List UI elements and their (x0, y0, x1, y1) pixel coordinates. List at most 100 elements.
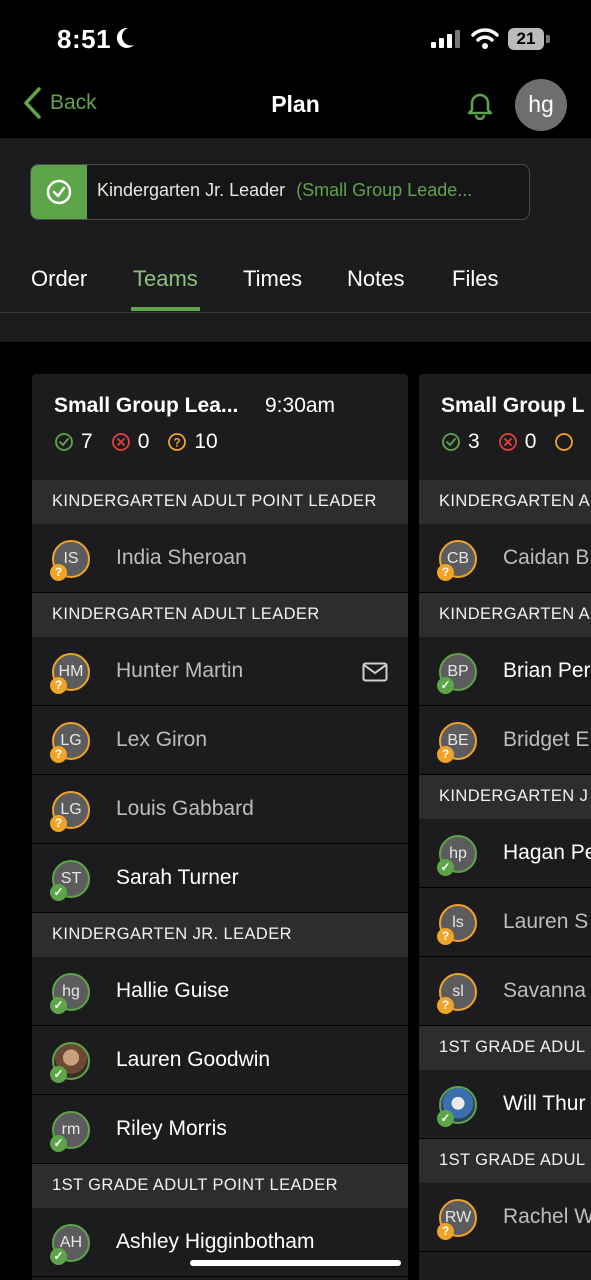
check-badge (31, 165, 87, 219)
pending-badge-icon: ? (50, 677, 67, 694)
person-name: Lex Giron (116, 728, 208, 751)
pending-badge-icon: ? (437, 928, 454, 945)
section-title: 1ST GRADE ADUL (439, 1151, 586, 1169)
check-badge-icon: ✓ (50, 884, 67, 901)
person-name: Caidan B (503, 546, 590, 569)
person-row[interactable]: CB ? Caidan B (419, 524, 591, 593)
header-panel: Kindergarten Jr. Leader (Small Group Lea… (0, 138, 591, 342)
section-title: KINDERGARTEN ADULT LEADER (52, 605, 320, 623)
check-badge-icon: ✓ (437, 1110, 454, 1127)
battery-tip (546, 35, 550, 43)
tab-files[interactable]: Files (452, 266, 498, 307)
position-label: Kindergarten Jr. Leader (Small Group Lea… (97, 180, 521, 201)
check-badge-icon: ✓ (437, 677, 454, 694)
check-badge-icon: ✓ (50, 1135, 67, 1152)
section-title: 1ST GRADE ADUL (439, 1038, 586, 1056)
tab-notes[interactable]: Notes (347, 266, 404, 307)
svg-text:?: ? (174, 436, 181, 450)
person-row[interactable]: rm ✓ Riley Morris (32, 1095, 408, 1164)
check-circle-icon (442, 433, 460, 451)
person-name: Rachel W (503, 1205, 591, 1228)
person-name: Louis Gabbard (116, 797, 254, 820)
person-row[interactable]: RW ? Rachel W (419, 1183, 591, 1252)
status-bar: 8:51 21 (0, 0, 591, 78)
person-row[interactable]: BE ? Bridget E (419, 706, 591, 775)
section-header: 1ST GRADE ADULT POINT LEADER (32, 1164, 408, 1208)
column-time: 9:30am (265, 394, 336, 417)
person-name: Lauren S (503, 910, 589, 933)
person-name: Hallie Guise (116, 979, 230, 1002)
person-row[interactable]: BP ✓ Brian Per (419, 637, 591, 706)
mail-icon[interactable] (362, 662, 388, 682)
pending-badge-icon: ? (50, 746, 67, 763)
status-counts: 3 0 (441, 430, 591, 454)
question-circle-icon: ? (168, 433, 187, 451)
signal-icon (431, 30, 460, 48)
check-circle-icon (55, 433, 73, 451)
column-header[interactable]: Small Group Lea... 9:30am 7 0 ? 10 (32, 374, 408, 480)
user-avatar[interactable]: hg (515, 79, 567, 131)
person-name: Ashley Higginbotham (116, 1230, 315, 1253)
wifi-icon (471, 28, 499, 49)
section-header: KINDERGARTEN J (419, 775, 591, 819)
pending-value: 10 (194, 430, 218, 453)
person-row[interactable]: ls ? Lauren S (419, 888, 591, 957)
column-header[interactable]: Small Group L 3 0 (419, 374, 591, 480)
person-name: Lauren Goodwin (116, 1048, 271, 1071)
pending-badge-icon: ? (437, 997, 454, 1014)
check-badge-icon: ✓ (50, 1248, 67, 1265)
section-header: 1ST GRADE ADUL (419, 1139, 591, 1183)
x-circle-icon (111, 433, 130, 451)
person-row[interactable]: ✓ Will Thur (419, 1070, 591, 1139)
confirmed-count: 3 (441, 430, 480, 454)
bell-icon[interactable] (466, 90, 494, 120)
declined-value: 0 (137, 430, 150, 453)
person-row[interactable]: ✓ Lauren Goodwin (32, 1026, 408, 1095)
declined-count: 0 (111, 430, 150, 454)
tab-order[interactable]: Order (31, 266, 87, 307)
team-column: Small Group Lea... 9:30am 7 0 ? 10 KINDE… (32, 374, 408, 1280)
section-title: KINDERGARTEN A (439, 492, 591, 510)
section-header: KINDERGARTEN JR. LEADER (32, 913, 408, 957)
check-badge-icon: ✓ (437, 859, 454, 876)
pending-badge-icon: ? (437, 746, 454, 763)
home-indicator (190, 1260, 401, 1266)
section-title: KINDERGARTEN A (439, 605, 591, 623)
section-header: KINDERGARTEN A (419, 593, 591, 637)
section-header: KINDERGARTEN A (419, 480, 591, 524)
person-name: Savanna (503, 979, 586, 1002)
moon-icon (116, 27, 134, 48)
person-row[interactable]: LG ? Louis Gabbard (32, 775, 408, 844)
section-header: KINDERGARTEN ADULT POINT LEADER (32, 480, 408, 524)
pending-count (554, 432, 581, 452)
pending-count: ? 10 (167, 430, 218, 454)
person-row[interactable]: LG ? Lex Giron (32, 706, 408, 775)
section-header: 1ST GRADE ADUL (419, 1026, 591, 1070)
column-title: Small Group L (441, 394, 585, 417)
battery-icon: 21 (508, 28, 544, 50)
position-selector[interactable]: Kindergarten Jr. Leader (Small Group Lea… (30, 164, 530, 220)
confirmed-value: 7 (81, 430, 93, 453)
tab-bar: Order Teams Times Notes Files (0, 258, 591, 313)
declined-count: 0 (498, 430, 537, 454)
person-name: Sarah Turner (116, 866, 239, 889)
tab-times[interactable]: Times (243, 266, 302, 307)
person-row[interactable]: HM ? Hunter Martin (32, 637, 408, 706)
person-row[interactable]: AH ✓ Ashley Higginbotham (32, 1208, 408, 1277)
person-name: Riley Morris (116, 1117, 227, 1140)
position-name: Kindergarten Jr. Leader (97, 180, 286, 200)
tab-teams[interactable]: Teams (131, 266, 200, 311)
person-row[interactable]: hg ✓ Hallie Guise (32, 957, 408, 1026)
nav-bar: Back Plan hg (0, 78, 591, 138)
declined-value: 0 (524, 430, 537, 453)
person-row[interactable]: sl ? Savanna (419, 957, 591, 1026)
teams-board[interactable]: Small Group Lea... 9:30am 7 0 ? 10 KINDE… (0, 342, 591, 1280)
confirmed-count: 7 (54, 430, 93, 454)
person-row[interactable]: hp ✓ Hagan Pe (419, 819, 591, 888)
question-circle-icon (555, 433, 574, 451)
section-title: 1ST GRADE ADULT POINT LEADER (52, 1176, 338, 1194)
section-header: KINDERGARTEN ADULT LEADER (32, 593, 408, 637)
person-row[interactable]: ST ✓ Sarah Turner (32, 844, 408, 913)
person-row[interactable]: IS ? India Sheroan (32, 524, 408, 593)
section-title: KINDERGARTEN JR. LEADER (52, 925, 292, 943)
